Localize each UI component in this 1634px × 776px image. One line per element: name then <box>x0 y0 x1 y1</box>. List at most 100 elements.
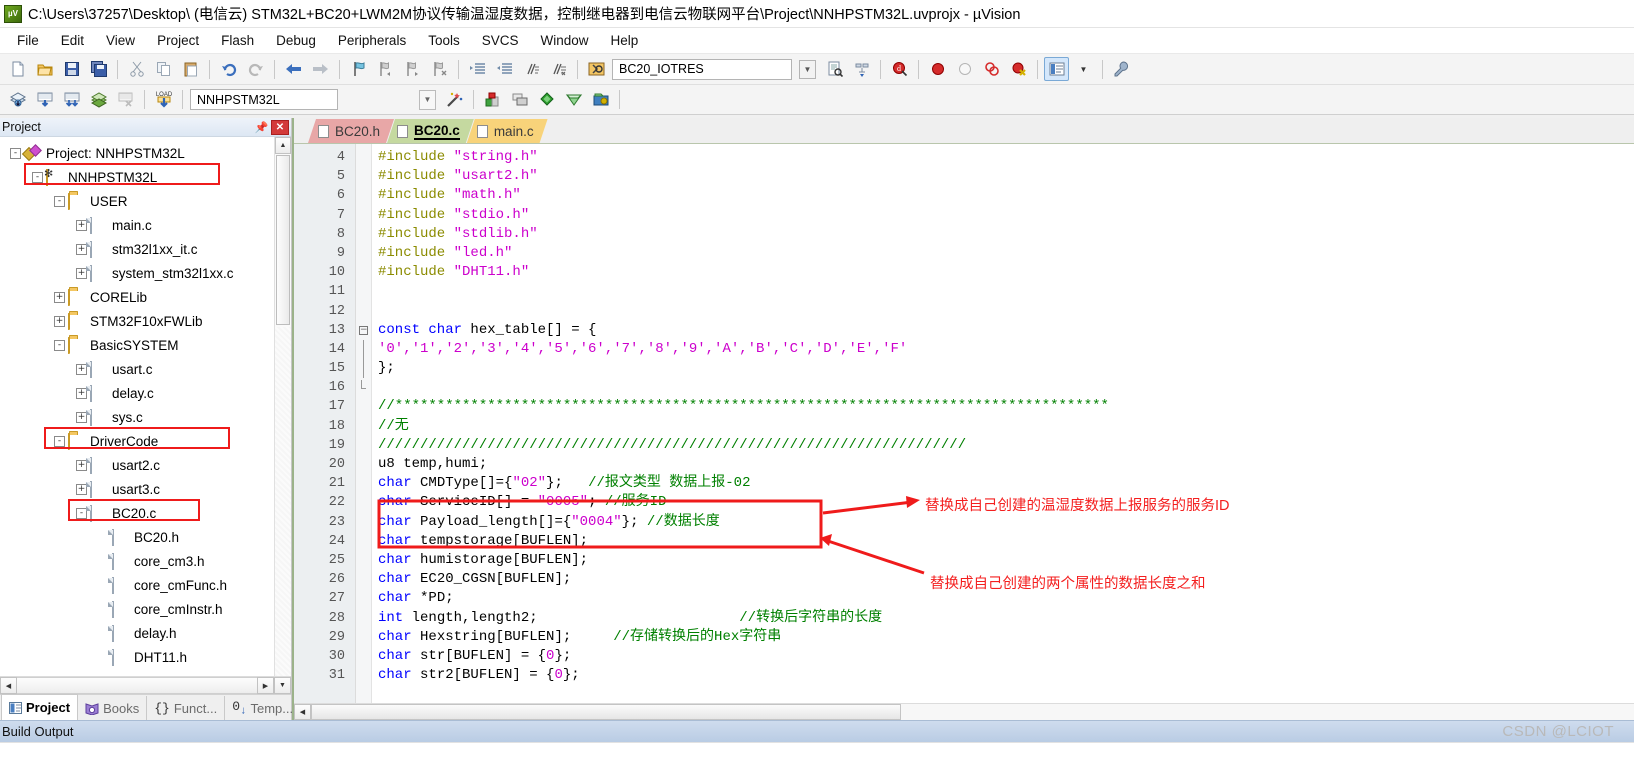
tree-item-core-cm3-h[interactable]: core_cm3.h <box>4 549 291 573</box>
indent-icon[interactable] <box>465 57 490 81</box>
target-combo-arrow[interactable]: ▼ <box>415 88 440 112</box>
collapse-toggle-icon[interactable]: - <box>54 339 65 351</box>
tree-item-bc20-c[interactable]: - BC20.c <box>4 501 291 525</box>
menu-item-window[interactable]: Window <box>529 30 599 51</box>
manage-project-items-icon[interactable] <box>507 88 532 112</box>
vscroll-track[interactable] <box>275 327 291 676</box>
find-combo[interactable]: BC20_IOTRES <box>612 58 792 80</box>
menu-item-debug[interactable]: Debug <box>265 30 327 51</box>
comment-icon[interactable] <box>519 57 544 81</box>
scroll-right-icon[interactable]: ▶ <box>257 677 274 694</box>
project-tree-vscrollbar[interactable]: ▲ <box>274 137 291 676</box>
collapse-toggle-icon[interactable]: - <box>54 195 65 207</box>
build-icon[interactable] <box>32 88 57 112</box>
undo-icon[interactable] <box>216 57 241 81</box>
bottom-tab-temp[interactable]: 0↓ Temp... <box>225 696 302 720</box>
copy-icon[interactable] <box>151 57 176 81</box>
code-area[interactable]: 4 5 6 7 8 9 10 11 12 13 14 15 16 17 18 19 20 21 22 23 24 25 26… <box>294 144 1634 703</box>
target-combo[interactable]: NNHPSTM32L <box>190 89 338 110</box>
collapse-toggle-icon[interactable]: - <box>32 171 43 183</box>
tree-item-system-stm32l1xx-c[interactable]: + system_stm32l1xx.c <box>4 261 291 285</box>
translate-icon[interactable] <box>5 88 30 112</box>
configure-icon[interactable] <box>1109 57 1134 81</box>
tree-item-stm32l1xx-it-c[interactable]: + stm32l1xx_it.c <box>4 237 291 261</box>
tree-item-corelib[interactable]: + CORELib <box>4 285 291 309</box>
close-icon[interactable]: ✕ <box>271 119 289 135</box>
scroll-left-icon[interactable]: ◀ <box>0 677 17 694</box>
tree-item-nnhpstm32l[interactable]: - NNHPSTM32L <box>4 165 291 189</box>
menu-item-svcs[interactable]: SVCS <box>471 30 530 51</box>
find-combo-arrow[interactable]: ▼ <box>795 57 820 81</box>
menu-item-tools[interactable]: Tools <box>417 30 471 51</box>
tree-item-core-cmfunc-h[interactable]: core_cmFunc.h <box>4 573 291 597</box>
tree-item-bc20-h[interactable]: BC20.h <box>4 525 291 549</box>
batch-build-icon[interactable] <box>86 88 111 112</box>
navigate-back-icon[interactable] <box>281 57 306 81</box>
project-tree-hscrollbar[interactable]: ◀ ▶ ▼ <box>0 676 291 694</box>
tree-item-user[interactable]: - USER <box>4 189 291 213</box>
menu-item-project[interactable]: Project <box>146 30 210 51</box>
breakpoint-remove-icon[interactable] <box>1006 57 1031 81</box>
bookmark-next-icon[interactable] <box>400 57 425 81</box>
window-layout-icon[interactable] <box>1044 57 1069 81</box>
bookmark-clear-icon[interactable] <box>427 57 452 81</box>
paste-icon[interactable] <box>178 57 203 81</box>
outdent-icon[interactable] <box>492 57 517 81</box>
menu-item-view[interactable]: View <box>95 30 146 51</box>
scroll-down-icon[interactable]: ▼ <box>274 677 291 694</box>
magic-wand-icon[interactable] <box>442 88 467 112</box>
tree-item-usart2-c[interactable]: + usart2.c <box>4 453 291 477</box>
stop-build-icon[interactable] <box>113 88 138 112</box>
pin-icon[interactable]: 📌 <box>254 120 269 135</box>
fold-column[interactable]: − <box>356 144 372 703</box>
editor-tab-main-c[interactable]: main.c <box>467 119 548 143</box>
tree-item-stm32f10xfwlib[interactable]: + STM32F10xFWLib <box>4 309 291 333</box>
chevron-down-icon[interactable]: ▼ <box>1071 57 1096 81</box>
menu-item-peripherals[interactable]: Peripherals <box>327 30 417 51</box>
tree-item-usart-c[interactable]: + usart.c <box>4 357 291 381</box>
find-in-files-icon[interactable] <box>584 57 609 81</box>
editor-scroll-left-icon[interactable]: ◀ <box>294 704 311 720</box>
open-file-icon[interactable] <box>32 57 57 81</box>
bottom-tab-books[interactable]: Books <box>78 696 148 720</box>
new-file-icon[interactable] <box>5 57 30 81</box>
vscroll-thumb[interactable] <box>276 155 290 325</box>
menu-item-help[interactable]: Help <box>600 30 650 51</box>
editor-tab-bc20-c[interactable]: BC20.c <box>387 119 474 143</box>
hscroll-track[interactable] <box>17 677 257 694</box>
editor-hscroll-track[interactable] <box>901 704 1634 720</box>
bookmark-prev-icon[interactable] <box>373 57 398 81</box>
editor-tab-bc20-h[interactable]: BC20.h <box>308 119 394 143</box>
editor-hscroll-thumb[interactable] <box>311 704 901 720</box>
collapse-toggle-icon[interactable]: - <box>54 435 65 447</box>
menu-item-edit[interactable]: Edit <box>50 30 95 51</box>
rebuild-icon[interactable] <box>59 88 84 112</box>
editor-hscrollbar[interactable]: ◀ <box>294 703 1634 720</box>
bottom-tab-project[interactable]: Project <box>1 694 79 720</box>
navigate-forward-icon[interactable] <box>308 57 333 81</box>
tree-item-delay-h[interactable]: delay.h <box>4 621 291 645</box>
uncomment-icon[interactable] <box>546 57 571 81</box>
bottom-tab-funct[interactable]: {} Funct... <box>147 696 226 720</box>
manage-run-time-icon[interactable] <box>588 88 613 112</box>
redo-icon[interactable] <box>243 57 268 81</box>
fold-collapse-icon[interactable]: − <box>356 321 371 340</box>
breakpoint-disable-icon[interactable] <box>952 57 977 81</box>
expand-toggle-icon[interactable]: + <box>54 315 65 327</box>
save-all-icon[interactable] <box>86 57 111 81</box>
expand-toggle-icon[interactable]: + <box>54 291 65 303</box>
tree-item-basicsystem[interactable]: - BasicSYSTEM <box>4 333 291 357</box>
tree-item-delay-c[interactable]: + delay.c <box>4 381 291 405</box>
collapse-toggle-icon[interactable]: - <box>10 147 21 159</box>
cut-icon[interactable] <box>124 57 149 81</box>
scroll-up-icon[interactable]: ▲ <box>275 137 291 154</box>
bookmark-toggle-icon[interactable] <box>346 57 371 81</box>
tree-item-sys-c[interactable]: + sys.c <box>4 405 291 429</box>
save-icon[interactable] <box>59 57 84 81</box>
breakpoint-icon[interactable] <box>925 57 950 81</box>
tree-item-main-c[interactable]: + main.c <box>4 213 291 237</box>
tree-item-usart3-c[interactable]: + usart3.c <box>4 477 291 501</box>
breakpoints-kill-icon[interactable] <box>979 57 1004 81</box>
tree-item-dht11-h[interactable]: DHT11.h <box>4 645 291 669</box>
multi-project-icon[interactable] <box>534 88 559 112</box>
